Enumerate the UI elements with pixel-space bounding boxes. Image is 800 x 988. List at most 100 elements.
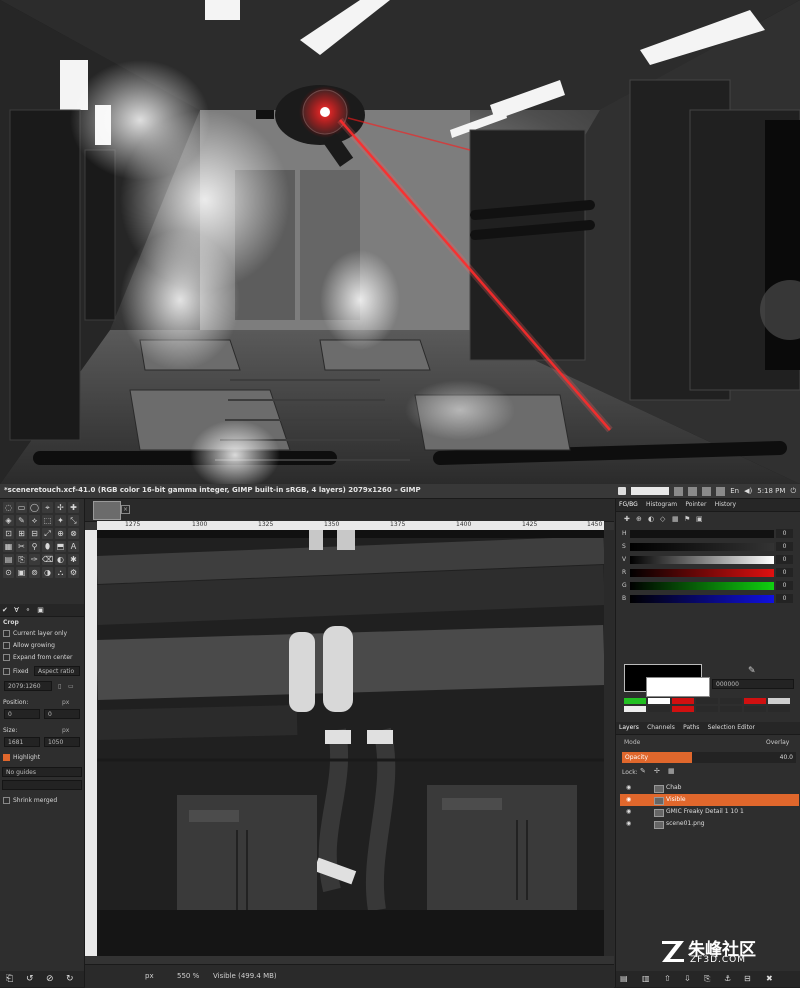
portrait-icon[interactable]: ▯ — [58, 683, 61, 690]
tool-button[interactable]: ✚ — [68, 502, 79, 513]
unit-select[interactable]: px — [145, 972, 154, 980]
tool-button[interactable]: ⚲ — [29, 541, 40, 552]
expand-from-center-option[interactable]: Expand from center — [3, 654, 73, 661]
checkbox-icon[interactable] — [618, 487, 627, 495]
size-unit-select[interactable]: px — [62, 727, 69, 734]
slider-value[interactable]: 0 — [776, 542, 793, 551]
tool-button[interactable]: ◌ — [3, 502, 14, 513]
color-selector-icon[interactable]: ▦ — [672, 515, 679, 523]
checkbox-checked-icon[interactable] — [3, 754, 10, 761]
size-height-input[interactable]: 1050 — [44, 737, 80, 747]
position-unit-select[interactable]: px — [62, 699, 69, 706]
tool-button[interactable]: ⊕ — [55, 528, 66, 539]
tool-button[interactable]: ⚙ — [68, 567, 79, 578]
color-slider-h[interactable]: H0 — [620, 529, 795, 539]
history-color-swatch[interactable] — [672, 706, 694, 712]
lock-alpha-icon[interactable]: ▦ — [668, 767, 675, 775]
slider-track[interactable] — [630, 530, 774, 538]
layer-name[interactable]: Chab — [666, 782, 681, 794]
tool-button[interactable]: ⌫ — [42, 554, 53, 565]
eye-icon[interactable]: ◉ — [626, 782, 631, 794]
size-width-input[interactable]: 1681 — [4, 737, 40, 747]
mode-select[interactable]: Overlay — [766, 739, 789, 746]
tool-button[interactable]: ⊗ — [68, 528, 79, 539]
tool-button[interactable]: ⬮ — [42, 541, 53, 552]
history-color-swatch[interactable] — [768, 698, 790, 704]
tab-layers[interactable]: Layers — [619, 724, 639, 731]
volume-icon[interactable]: ◀) — [744, 485, 752, 497]
checkbox-icon[interactable] — [3, 630, 10, 637]
opacity-slider[interactable]: Opacity 40.0 — [622, 752, 796, 763]
color-slider-b[interactable]: B0 — [620, 594, 795, 604]
fixed-mode-select[interactable]: Aspect ratio — [34, 666, 80, 676]
slider-value[interactable]: 0 — [776, 581, 793, 590]
slider-track[interactable] — [630, 569, 774, 577]
fixed-option[interactable]: Fixed — [3, 668, 29, 675]
undo-history-tab[interactable]: ⚬ — [25, 606, 31, 614]
color-selector-icon[interactable]: ✚ — [624, 515, 630, 523]
anchor-layer-icon[interactable]: ⚓ — [724, 974, 731, 983]
lower-layer-icon[interactable]: ⇩ — [684, 974, 691, 983]
horizontal-ruler[interactable]: 1275 1300 1325 1350 1375 1400 1425 1450 — [97, 521, 604, 530]
save-options-icon[interactable]: ⎗ — [6, 974, 13, 984]
restore-options-icon[interactable]: ↺ — [26, 974, 34, 984]
history-color-swatch[interactable] — [696, 698, 718, 704]
tool-button[interactable]: ✑ — [29, 554, 40, 565]
color-slider-v[interactable]: V0 — [620, 555, 795, 565]
eye-icon[interactable]: ◉ — [626, 794, 631, 806]
history-color-swatch[interactable] — [744, 706, 766, 712]
checkbox-icon[interactable] — [3, 654, 10, 661]
landscape-icon[interactable]: ▭ — [68, 683, 74, 690]
tool-button[interactable]: ▤ — [3, 554, 14, 565]
color-selector-icon[interactable]: ▣ — [696, 515, 703, 523]
highlight-option[interactable]: Highlight — [3, 754, 40, 761]
guides-select[interactable]: No guides — [2, 767, 82, 777]
slider-track[interactable] — [630, 543, 774, 551]
slider-value[interactable]: 0 — [776, 555, 793, 564]
tool-button[interactable]: Ａ — [68, 541, 79, 552]
color-selector-icon[interactable]: ⚑ — [684, 515, 690, 523]
color-selector-icon[interactable]: ◇ — [660, 515, 665, 523]
tool-button[interactable]: ⬒ — [55, 541, 66, 552]
tool-button[interactable]: ⬚ — [42, 515, 53, 526]
slider-value[interactable]: 0 — [776, 594, 793, 603]
checkbox-icon[interactable] — [3, 797, 10, 804]
tool-button[interactable]: ✎ — [16, 515, 27, 526]
tool-button[interactable]: ◐ — [55, 554, 66, 565]
tab-fg-bg[interactable]: FG/BG — [619, 501, 638, 508]
duplicate-layer-icon[interactable]: ⎘ — [704, 974, 710, 984]
tool-button[interactable]: ◈ — [3, 515, 14, 526]
shrink-merged-option[interactable]: Shrink merged — [3, 797, 57, 804]
bluetooth-icon[interactable] — [716, 486, 726, 496]
clock[interactable]: 5:18 PM — [757, 485, 785, 497]
reset-options-icon[interactable]: ↻ — [66, 974, 74, 984]
layer-row[interactable]: ◉ GMIC Freaky Detail 1 10 1 — [620, 806, 799, 818]
tool-button[interactable]: ✱ — [68, 554, 79, 565]
workspace-icon[interactable] — [674, 486, 684, 496]
slider-track[interactable] — [630, 582, 774, 590]
ratio-input[interactable]: 2079:1260 — [4, 681, 52, 691]
delete-layer-icon[interactable]: ✖ — [766, 974, 773, 983]
layer-row[interactable]: ◉ Chab — [620, 782, 799, 794]
tool-button[interactable]: ◑ — [42, 567, 53, 578]
tool-button[interactable]: ▭ — [16, 502, 27, 513]
lock-position-icon[interactable]: ✢ — [654, 767, 660, 775]
tool-button[interactable]: ▦ — [3, 541, 14, 552]
color-slider-r[interactable]: R0 — [620, 568, 795, 578]
tool-button[interactable]: ⊙ — [3, 567, 14, 578]
tool-button[interactable]: ⊚ — [29, 567, 40, 578]
layer-name[interactable]: scene01.png — [666, 818, 705, 830]
layer-name[interactable]: GMIC Freaky Detail 1 10 1 — [666, 806, 744, 818]
keyboard-layout[interactable]: En — [730, 485, 739, 497]
tool-button[interactable]: ✦ — [55, 515, 66, 526]
vertical-scrollbar[interactable] — [604, 530, 614, 956]
tool-button[interactable]: ⊞ — [16, 528, 27, 539]
history-color-swatch[interactable] — [624, 698, 646, 704]
allow-growing-option[interactable]: Allow growing — [3, 642, 55, 649]
checkbox-icon[interactable] — [3, 668, 10, 675]
slider-track[interactable] — [630, 556, 774, 564]
tool-button[interactable]: ⊟ — [29, 528, 40, 539]
raise-layer-icon[interactable]: ⇧ — [664, 974, 671, 983]
tool-button[interactable]: ⟡ — [29, 515, 40, 526]
new-layer-icon[interactable]: ▤ — [620, 974, 628, 983]
